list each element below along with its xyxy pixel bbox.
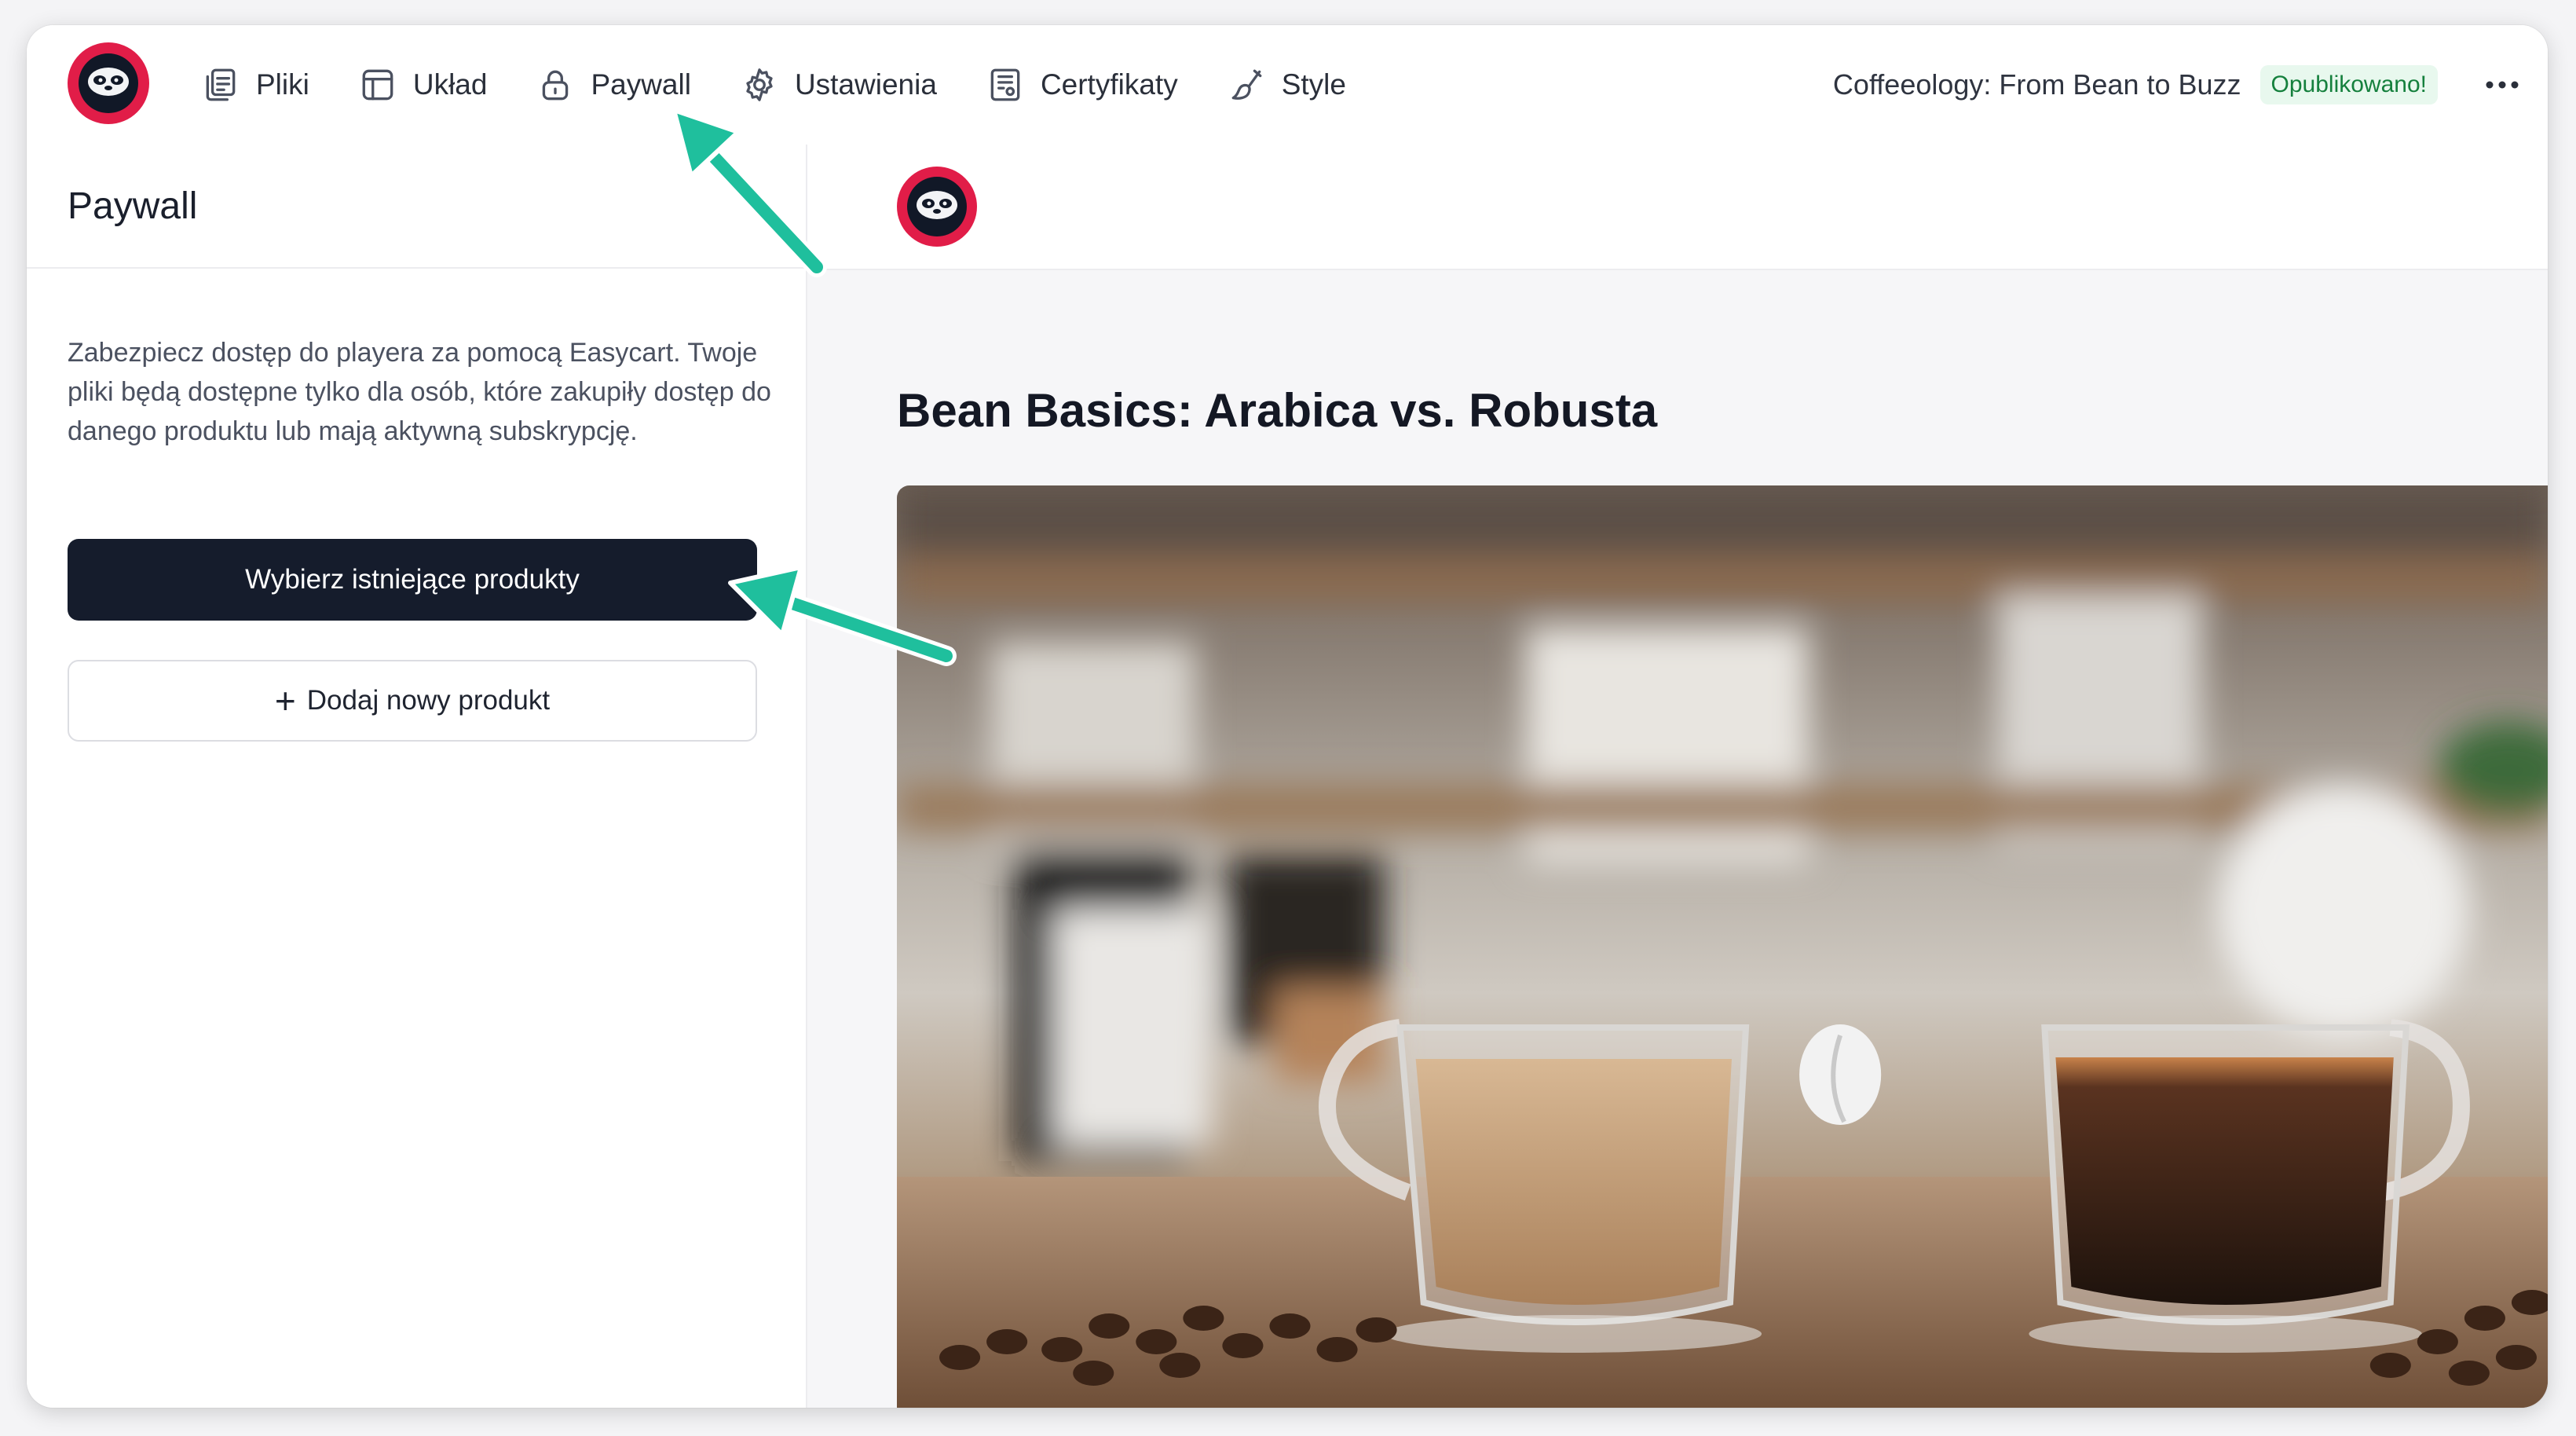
nav-label: Paywall — [591, 68, 691, 101]
certificate-icon — [990, 68, 1020, 101]
nav-label: Układ — [412, 68, 488, 101]
more-horizontal-icon — [2486, 81, 2519, 89]
nav-label: Style — [1281, 68, 1346, 101]
lesson-cover-image — [897, 485, 2548, 1408]
panel-description: Zabezpiecz dostęp do playera za pomocą E… — [68, 338, 771, 446]
select-existing-products-button[interactable]: Wybierz istniejące produkty — [68, 539, 757, 621]
gear-icon — [746, 68, 773, 101]
status-badge: Opublikowano! — [2259, 65, 2438, 104]
more-options-button[interactable] — [2479, 61, 2526, 108]
button-label: Wybierz istniejące produkty — [245, 564, 580, 595]
panel-title: Paywall — [68, 185, 198, 227]
course-title: Coffeeology: From Bean to Buzz — [1832, 68, 2241, 101]
nav-item-style[interactable]: Style — [1227, 46, 1346, 124]
app-logo[interactable] — [68, 42, 149, 124]
nav-item-uklad[interactable]: Układ — [358, 46, 488, 124]
preview-header — [807, 145, 2548, 270]
nav-item-ustawienia[interactable]: Ustawienia — [740, 46, 937, 124]
nav-item-paywall[interactable]: Paywall — [536, 46, 691, 124]
player-preview: Bean Basics: Arabica vs. Robusta — [807, 145, 2548, 1408]
main-nav: Pliki Układ Paywall Ustawienia Certyfika… — [201, 25, 1395, 145]
nav-label: Ustawienia — [794, 68, 937, 101]
sloth-logo-icon — [79, 53, 138, 113]
nav-label: Certyfikaty — [1040, 68, 1178, 101]
nav-label: Pliki — [256, 68, 309, 101]
add-new-product-button[interactable]: + Dodaj nowy produkt — [68, 660, 757, 742]
coffee-cups-illustration — [897, 485, 2548, 1408]
top-navigation-bar: Pliki Układ Paywall Ustawienia Certyfika… — [27, 25, 2548, 146]
nav-item-certyfikaty[interactable]: Certyfikaty — [986, 46, 1178, 124]
plus-icon: + — [274, 680, 296, 721]
paywall-panel: Paywall Zabezpiecz dostęp do playera za … — [27, 145, 807, 1408]
header-right: Coffeeology: From Bean to Buzz Opublikow… — [1833, 25, 2526, 145]
sloth-logo-icon — [907, 177, 967, 236]
panel-header: Paywall — [27, 145, 806, 269]
nav-item-pliki[interactable]: Pliki — [201, 46, 309, 124]
files-icon — [206, 68, 236, 101]
lesson-title: Bean Basics: Arabica vs. Robusta — [897, 384, 1658, 437]
button-label: Dodaj nowy produkt — [306, 685, 551, 716]
layout-icon — [362, 69, 393, 101]
preview-logo — [897, 167, 977, 247]
lock-icon — [543, 70, 569, 101]
app-window: Pliki Układ Paywall Ustawienia Certyfika… — [27, 25, 2548, 1408]
brush-icon — [1231, 69, 1262, 100]
